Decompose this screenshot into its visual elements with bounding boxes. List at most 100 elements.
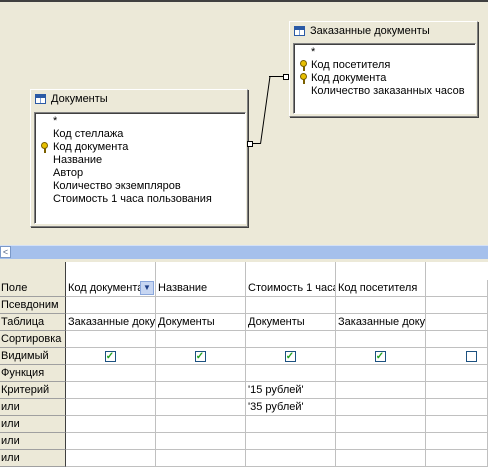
diagram-horizontal-scrollbar[interactable]: < xyxy=(0,245,488,259)
function-cell[interactable] xyxy=(66,365,156,382)
or-cell[interactable] xyxy=(426,416,488,433)
query-diagram-pane[interactable]: Документы * Код стеллажа Код документа Н… xyxy=(0,0,488,244)
sort-cell[interactable] xyxy=(156,331,246,348)
show-checkbox[interactable]: ✓ xyxy=(284,351,296,362)
field-item[interactable]: Код посетителя xyxy=(294,59,475,72)
field-item[interactable]: Количество заказанных часов xyxy=(294,85,475,98)
function-cell[interactable] xyxy=(336,365,426,382)
row-label-alias: Псевдоним xyxy=(0,297,66,314)
alias-cell[interactable] xyxy=(246,297,336,314)
table-icon xyxy=(294,26,305,36)
field-cell[interactable]: Стоимость 1 часа пользования xyxy=(246,280,336,297)
or-cell[interactable] xyxy=(156,399,246,416)
or-cell[interactable] xyxy=(66,399,156,416)
or-cell[interactable]: '35 рублей' xyxy=(246,399,336,416)
or-cell[interactable] xyxy=(336,399,426,416)
query-design-grid[interactable]: Поле Псевдоним Таблица Сортировка Видимы… xyxy=(0,262,488,469)
or-cell[interactable] xyxy=(66,450,156,467)
row-label-function: Функция xyxy=(0,365,66,382)
field-cell[interactable]: Название xyxy=(156,280,246,297)
show-checkbox[interactable]: ✓ xyxy=(374,351,386,362)
field-item[interactable]: Количество экземпляров xyxy=(35,180,245,193)
dropdown-arrow-icon[interactable]: ▼ xyxy=(140,281,154,295)
column-separator[interactable] xyxy=(335,262,336,280)
criteria-cell[interactable] xyxy=(66,382,156,399)
table-cell[interactable]: Заказанные документы xyxy=(66,314,156,331)
field-cell[interactable]: Код документа ▼ xyxy=(66,280,156,297)
or-cell[interactable] xyxy=(156,416,246,433)
sort-cell[interactable] xyxy=(336,331,426,348)
or-cell[interactable] xyxy=(336,416,426,433)
or-cell[interactable] xyxy=(426,433,488,450)
visible-cell: ✓ xyxy=(336,348,426,365)
field-list-ordered-documents[interactable]: * Код посетителя Код документа Количеств… xyxy=(293,43,476,114)
field-label: Автор xyxy=(53,167,84,179)
table-cell[interactable]: Заказанные документы xyxy=(336,314,426,331)
show-checkbox[interactable]: ✓ xyxy=(194,351,206,362)
show-checkbox[interactable]: ✓ xyxy=(104,351,116,362)
field-item[interactable]: Код стеллажа xyxy=(35,128,245,141)
field-item[interactable]: * xyxy=(35,115,245,128)
pane-top-border xyxy=(0,0,488,2)
alias-cell[interactable] xyxy=(426,297,488,314)
row-label-visible: Видимый xyxy=(0,348,66,365)
criteria-cell[interactable] xyxy=(336,382,426,399)
field-label: Код документа xyxy=(53,141,129,153)
or-cell[interactable] xyxy=(156,433,246,450)
field-item[interactable]: Код документа xyxy=(35,141,245,154)
sort-cell[interactable] xyxy=(426,331,488,348)
or-cell[interactable] xyxy=(246,416,336,433)
visible-cell: ✓ xyxy=(156,348,246,365)
alias-cell[interactable] xyxy=(156,297,246,314)
row-label-sort: Сортировка xyxy=(0,331,66,348)
or-cell[interactable] xyxy=(246,433,336,450)
table-cell[interactable]: Документы xyxy=(246,314,336,331)
table-box-documents[interactable]: Документы * Код стеллажа Код документа Н… xyxy=(30,89,248,227)
field-item[interactable]: Стоимость 1 часа пользования xyxy=(35,193,245,206)
primary-key-icon xyxy=(300,60,308,71)
or-cell[interactable] xyxy=(66,433,156,450)
column-separator[interactable] xyxy=(155,262,156,280)
or-cell[interactable] xyxy=(336,433,426,450)
show-checkbox[interactable] xyxy=(466,351,477,362)
or-cell[interactable] xyxy=(156,450,246,467)
sort-cell[interactable] xyxy=(66,331,156,348)
table-box-ordered-documents[interactable]: Заказанные документы * Код посетителя Ко… xyxy=(289,21,478,117)
field-item[interactable]: * xyxy=(294,46,475,59)
or-cell[interactable] xyxy=(426,399,488,416)
row-label-table: Таблица xyxy=(0,314,66,331)
field-item[interactable]: Код документа xyxy=(294,72,475,85)
column-separator[interactable] xyxy=(245,262,246,280)
table-box-title-bar[interactable]: Документы xyxy=(31,90,247,108)
table-box-title: Документы xyxy=(51,93,108,105)
row-label-criteria: Критерий xyxy=(0,382,66,399)
table-cell[interactable]: Документы xyxy=(156,314,246,331)
function-cell[interactable] xyxy=(156,365,246,382)
alias-cell[interactable] xyxy=(66,297,156,314)
field-item[interactable]: Автор xyxy=(35,167,245,180)
function-cell[interactable] xyxy=(246,365,336,382)
visible-cell xyxy=(426,348,488,365)
or-cell[interactable] xyxy=(246,450,336,467)
field-cell[interactable]: Код посетителя xyxy=(336,280,426,297)
criteria-cell[interactable]: '15 рублей' xyxy=(246,382,336,399)
field-label: * xyxy=(311,46,316,58)
column-separator[interactable] xyxy=(425,262,426,280)
or-cell[interactable] xyxy=(426,450,488,467)
or-cell[interactable] xyxy=(66,416,156,433)
criteria-cell[interactable] xyxy=(156,382,246,399)
sort-cell[interactable] xyxy=(246,331,336,348)
alias-cell[interactable] xyxy=(336,297,426,314)
function-cell[interactable] xyxy=(426,365,488,382)
join-end-marker xyxy=(283,74,289,80)
field-item[interactable]: Название xyxy=(35,154,245,167)
column-selector-row[interactable] xyxy=(0,262,488,281)
table-cell[interactable] xyxy=(426,314,488,331)
criteria-cell[interactable] xyxy=(426,382,488,399)
field-cell[interactable] xyxy=(426,280,488,297)
table-box-title-bar[interactable]: Заказанные документы xyxy=(290,22,477,40)
field-list-documents[interactable]: * Код стеллажа Код документа Название Ав… xyxy=(34,112,246,224)
primary-key-icon xyxy=(300,73,308,84)
scroll-left-arrow-icon[interactable]: < xyxy=(0,246,11,258)
or-cell[interactable] xyxy=(336,450,426,467)
